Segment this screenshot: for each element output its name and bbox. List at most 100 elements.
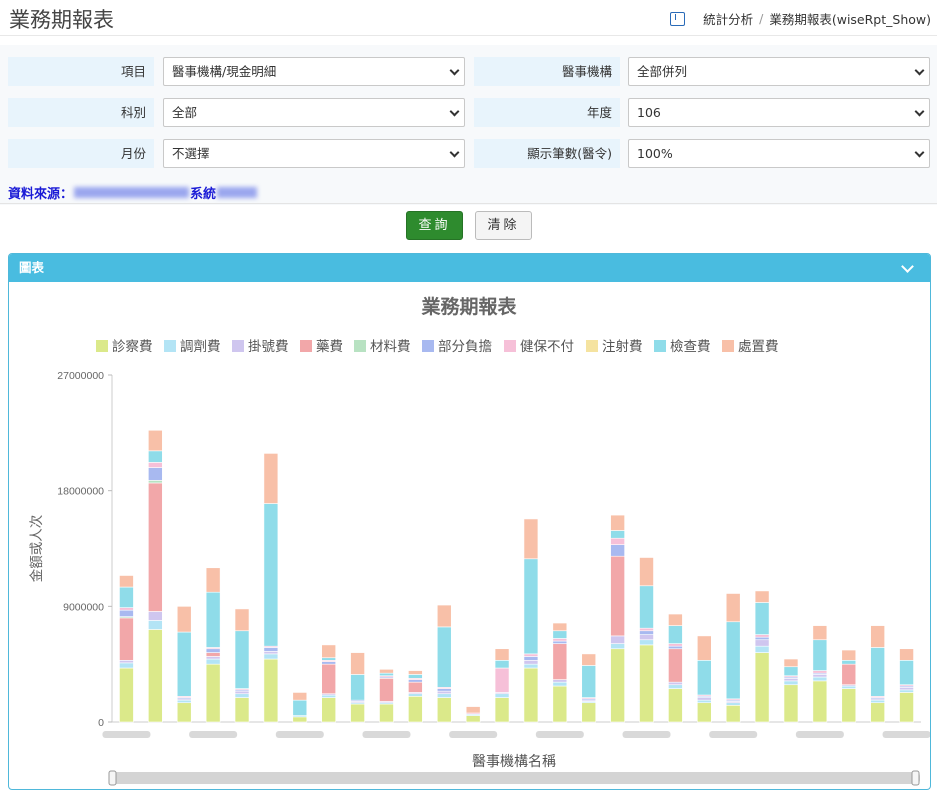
month-select[interactable]: 不選擇	[163, 139, 465, 168]
department-select[interactable]: 全部	[163, 98, 465, 127]
bar-segment	[408, 695, 423, 723]
scrollbar-left-handle[interactable]	[108, 770, 117, 786]
legend-swatch-2	[232, 340, 244, 352]
bar-segment	[321, 644, 336, 659]
bar-segment	[523, 663, 539, 669]
chart-panel: 圖表 業務期報表 診察費 調劑費 掛號費 藥費 材料費 部分負擔 健保不付 注射費 檢查費 處置費 0…	[8, 253, 931, 790]
chevron-down-icon[interactable]	[901, 260, 914, 273]
bar-segment	[841, 663, 857, 686]
bar-segment	[148, 611, 163, 621]
bar-segment	[754, 652, 770, 723]
bar-segment	[841, 685, 857, 689]
legend-label-5: 部分負擔	[438, 339, 492, 354]
bar-segment	[292, 692, 308, 701]
bar-segment	[523, 667, 539, 723]
bar-segment	[176, 699, 192, 704]
bar-segment	[523, 656, 539, 661]
bar-segment	[494, 667, 510, 693]
bar-segment	[523, 558, 539, 655]
bar-segment	[465, 706, 481, 714]
breadcrumb-item-current: 業務期報表(wiseRpt_Show)	[769, 12, 931, 27]
bar-segment	[783, 666, 799, 677]
year-select[interactable]: 106	[628, 98, 930, 127]
legend-label-1: 調劑費	[180, 338, 221, 354]
bar-segment	[408, 693, 423, 697]
bar-segment	[812, 680, 828, 723]
bar-segment	[408, 681, 423, 693]
bar-segment	[899, 660, 914, 686]
bar-segment	[205, 658, 221, 665]
bar-segment	[552, 622, 568, 632]
legend-swatch-6	[504, 340, 516, 352]
month-select-value: 不選擇	[172, 146, 210, 161]
bar-segment	[552, 681, 568, 687]
bar-segment	[783, 684, 799, 723]
chart-panel-header[interactable]: 圖表	[9, 254, 930, 282]
bar-segment	[754, 636, 770, 641]
data-source-redacted-2	[217, 187, 258, 198]
bar-segment	[205, 663, 221, 723]
bar-segment	[321, 663, 336, 695]
bar-segment	[321, 697, 336, 723]
bar-segment	[581, 702, 597, 723]
year-select-value: 106	[637, 105, 661, 120]
bar-segment	[639, 627, 654, 632]
bar-segment	[552, 630, 568, 639]
bar-segment	[754, 590, 770, 603]
x-tick-label-redacted	[795, 731, 844, 738]
bar-segment	[610, 643, 625, 650]
bar-segment	[436, 697, 452, 723]
bar-segment	[870, 625, 885, 648]
y-axis-title: 金額或人次	[29, 515, 44, 583]
legend-label-3: 藥費	[316, 339, 343, 354]
bar-segment	[639, 557, 654, 587]
bar-segment	[119, 609, 134, 617]
y-tick-label: 27000000	[57, 370, 104, 382]
breadcrumb: 統計分析 / 業務期報表(wiseRpt_Show)	[670, 9, 931, 28]
bar-segment	[639, 585, 654, 629]
query-button[interactable]: 查詢	[406, 211, 463, 240]
bar-segment	[321, 694, 336, 698]
breadcrumb-item-stats[interactable]: 統計分析	[703, 9, 753, 28]
bar-segment	[436, 693, 452, 698]
bar-segment	[436, 688, 452, 692]
bar-segment	[697, 697, 712, 701]
legend-swatch-5	[422, 340, 434, 352]
breadcrumb-home-icon[interactable]	[670, 11, 686, 26]
legend-swatch-7	[586, 340, 598, 352]
chart-scrollbar[interactable]	[109, 772, 920, 784]
month-label: 月份	[8, 139, 154, 168]
bar-segment	[148, 467, 163, 481]
legend-label-2: 掛號費	[248, 339, 289, 354]
bar-segment	[494, 697, 510, 723]
department-label: 科別	[8, 98, 154, 127]
legend-swatch-4	[354, 340, 366, 352]
bar-segment	[350, 652, 365, 675]
bar-segment	[263, 653, 279, 660]
bar-segment	[234, 693, 250, 698]
bar-segment	[205, 591, 221, 648]
bar-segment	[725, 704, 741, 723]
bar-segment	[668, 625, 683, 644]
bar-segment	[581, 653, 597, 666]
bar-segment	[841, 649, 857, 661]
bar-segment	[754, 634, 770, 638]
divider	[0, 203, 937, 204]
bar-segment	[870, 647, 885, 697]
clear-button[interactable]: 清除	[475, 211, 532, 240]
legend-label-8: 檢查費	[670, 338, 711, 354]
bar-segment	[754, 639, 770, 647]
institution-select[interactable]: 全部併列	[628, 57, 930, 86]
bar-segment	[754, 645, 770, 653]
scrollbar-right-handle[interactable]	[911, 770, 920, 786]
bar-segment	[234, 690, 250, 695]
legend-swatch-9	[722, 340, 734, 352]
bar-segment	[581, 665, 597, 698]
item-select[interactable]: 醫事機構/現金明細	[163, 57, 465, 86]
display-count-select[interactable]: 100%	[628, 139, 930, 168]
institution-select-value: 全部併列	[637, 64, 688, 79]
bar-segment	[263, 658, 279, 723]
bar-segment	[234, 608, 250, 632]
legend-label-6: 健保不付	[520, 339, 574, 354]
bar-segment	[725, 702, 741, 706]
